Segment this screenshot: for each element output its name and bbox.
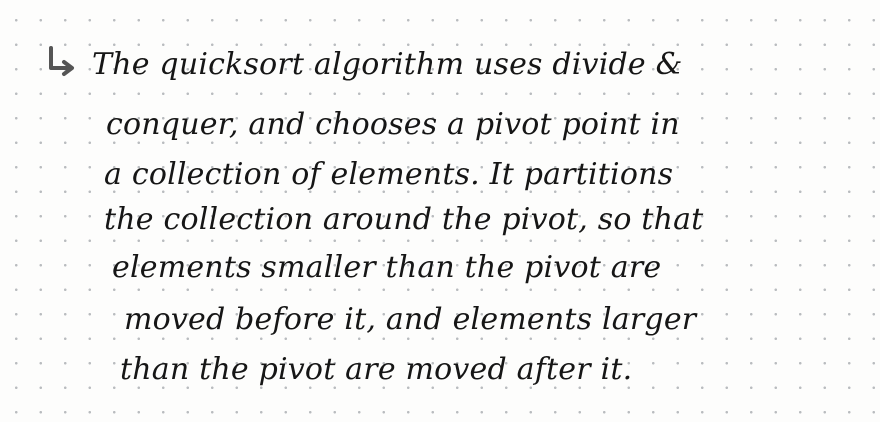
note-line-3: a collection of elements. It partitions [104, 157, 674, 192]
note-line-5: elements smaller than the pivot are [112, 250, 662, 285]
note-line-6: moved before it, and elements larger [124, 302, 697, 337]
note-line-7: than the pivot are moved after it. [120, 352, 633, 387]
dotted-notebook-page: The quicksort algorithm uses divide & co… [0, 0, 880, 422]
note-line-2: conquer, and chooses a pivot point in [106, 107, 680, 142]
note-line-1: The quicksort algorithm uses divide & [92, 47, 683, 82]
handwritten-note: The quicksort algorithm uses divide & co… [0, 0, 880, 422]
note-line-4: the collection around the pivot, so that [104, 202, 704, 237]
